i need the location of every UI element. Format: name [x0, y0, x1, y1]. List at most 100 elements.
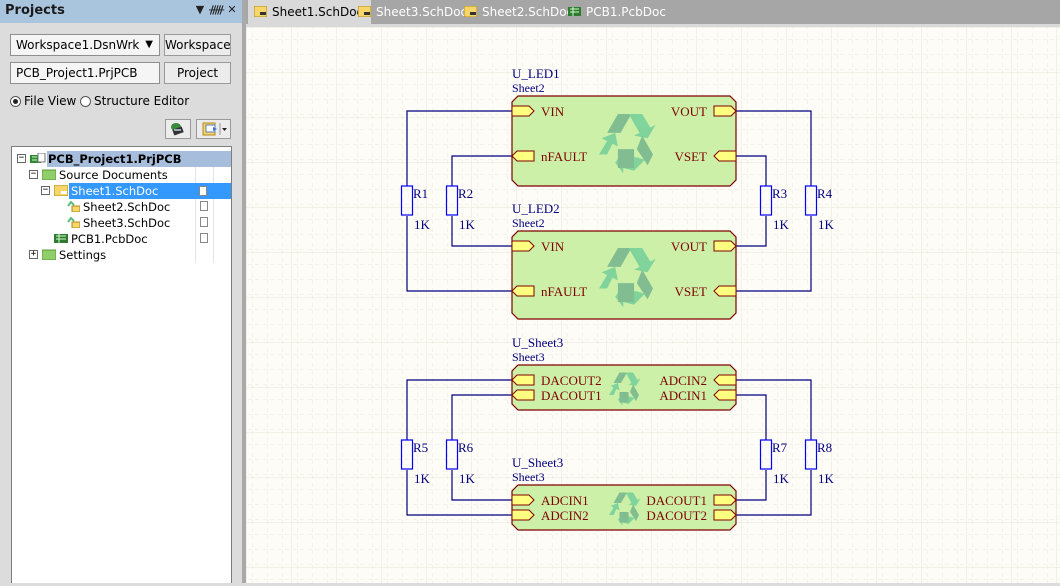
- doc-status-column: [195, 199, 232, 215]
- port-label: nFAULT: [541, 149, 587, 164]
- document-icon: [199, 186, 207, 196]
- sheet-entry-port: [713, 494, 737, 506]
- structure-editor-radio[interactable]: Structure Editor: [80, 94, 189, 108]
- resistor-designator: R2: [458, 186, 473, 201]
- project-button[interactable]: Project: [164, 62, 231, 84]
- resistor-value: 1K: [414, 217, 431, 232]
- schematic-icon: [254, 6, 267, 17]
- panel-header: Projects ▼ ᚏ ✕: [0, 0, 242, 23]
- doc-status-column: [195, 215, 232, 231]
- resistor-value: 1K: [773, 217, 790, 232]
- source-documents-label: Source Documents: [59, 168, 168, 182]
- workspace-combo[interactable]: Workspace1.DsnWrk ▼: [10, 34, 160, 56]
- project-options-button[interactable]: [196, 119, 231, 139]
- sheet-filename: Sheet2: [512, 216, 545, 230]
- port-label: VIN: [541, 104, 565, 119]
- port-label: VOUT: [671, 104, 707, 119]
- workspace-combo-value: Workspace1.DsnWrk: [16, 38, 140, 52]
- port-label: ADCIN1: [659, 388, 707, 403]
- tab-label: Sheet1.SchDoc: [272, 5, 364, 19]
- port-label: ADCIN1: [541, 493, 589, 508]
- resistor-value: 1K: [459, 217, 476, 232]
- port-label: ADCIN2: [659, 373, 707, 388]
- schematic-icon: [54, 185, 68, 196]
- project-field[interactable]: PCB_Project1.PrjPCB: [10, 62, 160, 84]
- resistor-value: 1K: [818, 217, 835, 232]
- expand-icon[interactable]: +: [29, 250, 38, 259]
- doc-status-column: [195, 231, 232, 247]
- port-label: nFAULT: [541, 284, 587, 299]
- document-icon: [200, 217, 208, 227]
- resistor-value: 1K: [818, 471, 835, 486]
- sheet-entry-port: [511, 240, 535, 252]
- radio-unselected-icon: [80, 96, 91, 107]
- tree-item-pcb1[interactable]: PCB1.PcbDoc: [12, 231, 231, 247]
- close-icon[interactable]: ✕: [225, 3, 239, 16]
- tab-sheet2[interactable]: Sheet2.SchDoc: [464, 0, 573, 24]
- sheet-designator: U_LED2: [512, 201, 560, 216]
- sheet-entry-port: [511, 389, 535, 401]
- sheet2-label: Sheet2.SchDoc: [83, 200, 171, 214]
- tab-label: PCB1.PcbDoc: [586, 5, 666, 19]
- compile-icon: [171, 123, 184, 136]
- sheet-entry-port: [713, 150, 737, 162]
- port-label: ADCIN2: [541, 508, 589, 523]
- doc-status-column: [195, 247, 232, 263]
- panel-menu-icon[interactable]: ▼: [193, 3, 207, 16]
- collapse-icon[interactable]: −: [41, 186, 50, 195]
- schematic-canvas[interactable]: U_LED1 Sheet2 VIN nFAULT VOUT VSET U_LED2 Sheet…: [246, 27, 1060, 583]
- tab-sheet3[interactable]: Sheet3.SchDoc: [358, 0, 467, 24]
- sheet-filename: Sheet3: [512, 350, 545, 364]
- sheet-entry-port: [511, 374, 535, 386]
- tree-item-sheet1[interactable]: − Sheet1.SchDoc: [12, 183, 231, 199]
- resistor-designator: R3: [772, 186, 787, 201]
- sheet-entry-port: [713, 105, 737, 117]
- sheet-entry-port: [511, 105, 535, 117]
- tree-item-settings[interactable]: + Settings: [12, 247, 231, 263]
- tree-item-sheet2[interactable]: Sheet2.SchDoc: [12, 199, 231, 215]
- sheet-entry-port: [713, 389, 737, 401]
- pcb-icon: [54, 234, 68, 243]
- tab-sheet1[interactable]: Sheet1.SchDoc: [248, 0, 372, 24]
- workspace-button[interactable]: Workspace: [164, 34, 231, 56]
- sheet-entry-port: [511, 509, 535, 521]
- sheet-entry-port: [511, 150, 535, 162]
- schematic-icon: [464, 6, 477, 17]
- tree-item-project[interactable]: − PCB_Project1.PrjPCB: [12, 151, 231, 167]
- tree-item-sheet3[interactable]: Sheet3.SchDoc: [12, 215, 231, 231]
- resistor-value: 1K: [773, 471, 790, 486]
- port-label: DACOUT2: [541, 373, 602, 388]
- project-field-value: PCB_Project1.PrjPCB: [16, 66, 138, 80]
- file-view-radio[interactable]: File View: [10, 94, 76, 108]
- sheet3-label: Sheet3.SchDoc: [83, 216, 171, 230]
- sheet-symbol-icon: [67, 217, 80, 228]
- schematic-icon: [358, 6, 371, 17]
- pin-icon[interactable]: ᚏ: [209, 3, 224, 16]
- doc-status-column: [195, 167, 232, 183]
- sheet-designator: U_LED1: [512, 66, 560, 81]
- sheet-entry-port: [511, 494, 535, 506]
- tab-pcb1[interactable]: PCB1.PcbDoc: [568, 0, 666, 24]
- collapse-icon[interactable]: −: [17, 154, 26, 163]
- schematic-drawing[interactable]: U_LED1Sheet2VINnFAULTVOUTVSETU_LED2Sheet…: [246, 27, 1060, 583]
- port-label: DACOUT1: [541, 388, 602, 403]
- collapse-icon[interactable]: −: [29, 170, 38, 179]
- sheet-designator: U_Sheet3: [512, 455, 563, 470]
- project-label: PCB_Project1.PrjPCB: [48, 152, 182, 166]
- resistor-designator: R5: [413, 440, 428, 455]
- chevron-down-icon: ▼: [145, 39, 153, 50]
- resistor-designator: R7: [772, 440, 788, 455]
- tab-label: Sheet2.SchDoc: [482, 5, 574, 19]
- compile-button[interactable]: [165, 119, 191, 139]
- tree-item-source-documents[interactable]: − Source Documents: [12, 167, 231, 183]
- document-tabbar: Sheet1.SchDoc Sheet3.SchDoc Sheet2.SchDo…: [246, 0, 1060, 24]
- resistor-value: 1K: [414, 471, 431, 486]
- resistor-designator: R8: [817, 440, 832, 455]
- port-label: VOUT: [671, 239, 707, 254]
- folder-icon: [42, 249, 56, 260]
- resistor-designator: R6: [458, 440, 474, 455]
- document-icon: [200, 201, 208, 211]
- port-label: DACOUT2: [646, 508, 707, 523]
- structure-editor-label: Structure Editor: [94, 94, 190, 108]
- pcb1-label: PCB1.PcbDoc: [71, 232, 148, 246]
